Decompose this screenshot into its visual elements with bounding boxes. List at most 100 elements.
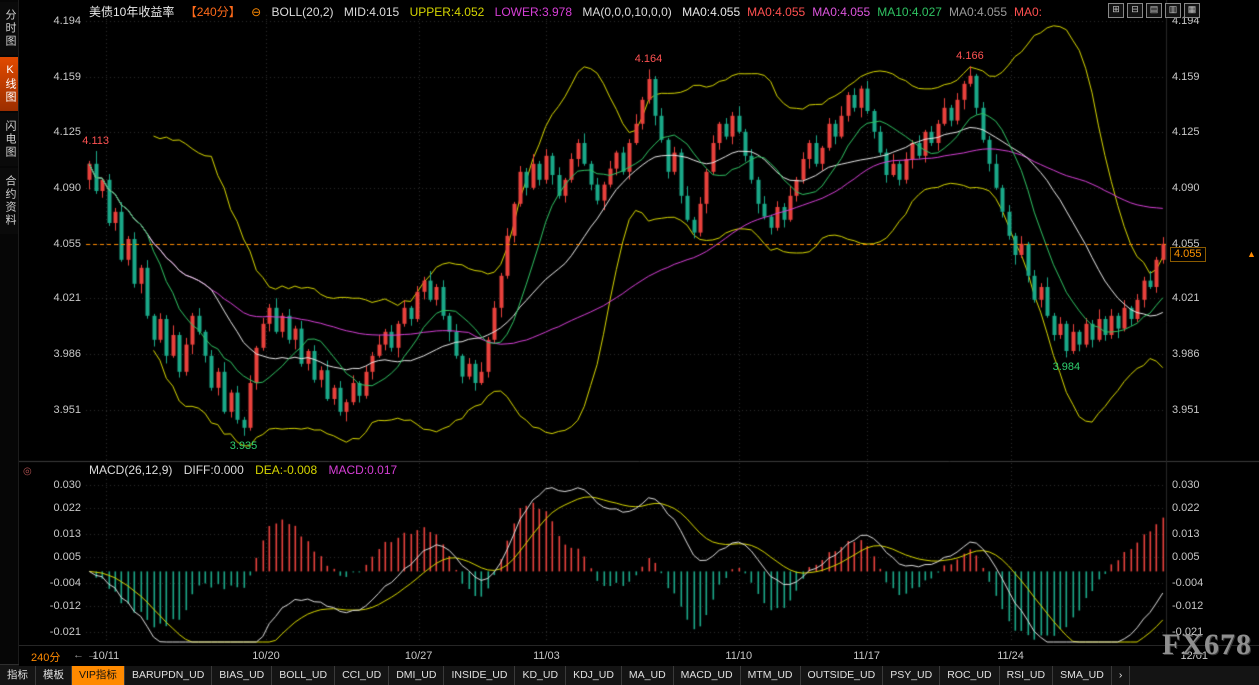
latest-price-arrow-icon[interactable]: ▲	[1247, 249, 1256, 259]
macd-macd-value: MACD:0.017	[328, 463, 397, 477]
toolbar-tab-KDJ_UD[interactable]: KDJ_UD	[566, 665, 622, 685]
pan-left-button[interactable]: ←	[73, 649, 84, 661]
collapse-indicator-icon[interactable]: ⊖	[251, 5, 261, 19]
price-axis-label-left: 3.951	[19, 404, 81, 416]
price-annotation-3.984: 3.984	[1053, 361, 1081, 373]
macd-axis-label-right: 0.005	[1172, 551, 1200, 563]
sidebar-tab-分时图[interactable]: 分时图	[0, 2, 18, 55]
date-label-11/10: 11/10	[725, 650, 752, 662]
layout-control-button-3[interactable]: ▤	[1146, 3, 1162, 18]
toolbar-more-button[interactable]: ›	[1112, 665, 1131, 685]
price-axis-label-right: 3.951	[1172, 404, 1200, 416]
toolbar-tab-MTM_UD[interactable]: MTM_UD	[741, 665, 801, 685]
macd-axis-label-left: -0.012	[19, 600, 81, 612]
macd-axis-label-right: 0.022	[1172, 502, 1200, 514]
toolbar-tab-OUTSIDE_UD[interactable]: OUTSIDE_UD	[801, 665, 884, 685]
time-axis: 240分 ← → 10/1110/2010/2711/0311/1011/171…	[19, 645, 1259, 666]
date-label-11/17: 11/17	[853, 650, 880, 662]
left-sidebar: 分时图 K线图闪电图合约资料	[0, 0, 19, 664]
macd-axis-label-left: -0.021	[19, 626, 81, 638]
macd-dea-value: DEA:-0.008	[255, 463, 317, 477]
toolbar-tab-BOLL_UD[interactable]: BOLL_UD	[272, 665, 335, 685]
macd-header: MACD(26,12,9) DIFF:0.000 DEA:-0.008 MACD…	[89, 463, 405, 477]
ma-group-label: MA(0,0,0,10,0,0)	[582, 5, 671, 19]
chart-panel: 美债10年收益率 【240分】 ⊖ BOLL(20,2) MID:4.015 U…	[19, 0, 1259, 664]
ma-value: MA10:4.027	[877, 5, 942, 19]
layout-control-button-1[interactable]: ⊞	[1108, 3, 1124, 18]
price-axis-label-left: 4.125	[19, 126, 81, 138]
toolbar-tab-CCI_UD[interactable]: CCI_UD	[335, 665, 389, 685]
price-axis-label-right: 4.125	[1172, 126, 1200, 138]
layout-control-button-5[interactable]: ▦	[1184, 3, 1200, 18]
chart-region: 分时图 K线图闪电图合约资料 美债10年收益率 【240分】 ⊖ BOLL(20,…	[0, 0, 1259, 664]
price-axis-label-right: 4.090	[1172, 182, 1200, 194]
price-axis-label-left: 4.021	[19, 292, 81, 304]
macd-axis-label-right: 0.013	[1172, 528, 1200, 540]
date-label-10/27: 10/27	[405, 650, 433, 662]
toolbar-tab-VIP指标[interactable]: VIP指标	[72, 665, 125, 685]
toolbar-tab-PSY_UD[interactable]: PSY_UD	[883, 665, 940, 685]
toolbar-tab-BARUPDN_UD[interactable]: BARUPDN_UD	[125, 665, 212, 685]
date-label-10/20: 10/20	[252, 650, 280, 662]
price-annotation-4.113: 4.113	[82, 135, 109, 147]
trading-app: 分时图 K线图闪电图合约资料 美债10年收益率 【240分】 ⊖ BOLL(20,…	[0, 0, 1259, 685]
date-label-11/03: 11/03	[533, 650, 560, 662]
toolbar-tab-指标[interactable]: 指标	[0, 665, 36, 685]
toolbar-tab-RSI_UD[interactable]: RSI_UD	[1000, 665, 1054, 685]
price-axis-label-left: 4.159	[19, 71, 81, 83]
symbol-title: 美债10年收益率	[89, 5, 174, 19]
macd-panel-toggle-icon[interactable]: ◎	[23, 466, 32, 477]
macd-axis-label-right: -0.012	[1172, 600, 1203, 612]
price-annotation-4.164: 4.164	[635, 53, 663, 65]
macd-axis-label-left: 0.022	[19, 502, 81, 514]
period-indicator: 240分	[31, 649, 60, 665]
toolbar-tab-MACD_UD[interactable]: MACD_UD	[674, 665, 741, 685]
sidebar-tab-闪电图[interactable]: 闪电图	[0, 113, 18, 166]
macd-title: MACD(26,12,9)	[89, 463, 172, 477]
layout-control-button-4[interactable]: ▥	[1165, 3, 1181, 18]
price-annotation-4.166: 4.166	[956, 50, 984, 62]
price-axis-label-left: 4.194	[19, 15, 81, 27]
toolbar-tab-BIAS_UD[interactable]: BIAS_UD	[212, 665, 272, 685]
layout-control-button-2[interactable]: ⊟	[1127, 3, 1143, 18]
price-axis-label-right: 4.021	[1172, 292, 1200, 304]
ma-value: MA0:4.055	[747, 5, 805, 19]
bottom-toolbar: 指标模板VIP指标BARUPDN_UDBIAS_UDBOLL_UDCCI_UDD…	[0, 664, 1259, 685]
boll-mid-value: MID:4.015	[344, 5, 399, 19]
macd-diff-value: DIFF:0.000	[184, 463, 244, 477]
price-chart-canvas[interactable]	[19, 0, 1259, 645]
toolbar-tab-模板[interactable]: 模板	[36, 665, 72, 685]
ma-value: MA0:4.055	[682, 5, 740, 19]
boll-upper-value: UPPER:4.052	[410, 5, 485, 19]
price-axis-label-left: 4.090	[19, 182, 81, 194]
ma-value: MA0:4.055	[949, 5, 1007, 19]
date-label-10/11: 10/11	[93, 650, 120, 662]
price-annotation-3.935: 3.935	[230, 440, 258, 452]
current-price-tag: 4.055	[1170, 247, 1206, 262]
sidebar-tab-K线图[interactable]: K线图	[0, 57, 18, 111]
price-axis-label-right: 3.986	[1172, 348, 1200, 360]
macd-axis-label-left: 0.005	[19, 551, 81, 563]
indicator-header: 美债10年收益率 【240分】 ⊖ BOLL(20,2) MID:4.015 U…	[89, 3, 1056, 20]
boll-label: BOLL(20,2)	[271, 5, 333, 19]
watermark: FX678	[1162, 628, 1252, 662]
toolbar-tab-INSIDE_UD[interactable]: INSIDE_UD	[444, 665, 515, 685]
ma-value: MA0:	[1014, 5, 1042, 19]
price-axis-label-left: 3.986	[19, 348, 81, 360]
toolbar-tab-ROC_UD[interactable]: ROC_UD	[940, 665, 999, 685]
toolbar-tab-MA_UD[interactable]: MA_UD	[622, 665, 674, 685]
ma-values: MA0:4.055 MA0:4.055 MA0:4.055 MA10:4.027 MA0…	[682, 5, 1049, 19]
toolbar-tab-SMA_UD[interactable]: SMA_UD	[1053, 665, 1112, 685]
sidebar-tab-合约资料[interactable]: 合约资料	[0, 168, 18, 234]
macd-axis-label-left: 0.030	[19, 479, 81, 491]
toolbar-tab-KD_UD[interactable]: KD_UD	[515, 665, 566, 685]
window-controls: ⊞⊟▤▥▦	[1108, 3, 1200, 18]
macd-axis-label-right: -0.004	[1172, 577, 1203, 589]
ma-value: MA0:4.055	[812, 5, 870, 19]
toolbar-tab-DMI_UD[interactable]: DMI_UD	[389, 665, 444, 685]
macd-axis-label-left: -0.004	[19, 577, 81, 589]
date-label-11/24: 11/24	[997, 650, 1024, 662]
period-label: 【240分】	[185, 5, 241, 19]
macd-axis-label-left: 0.013	[19, 528, 81, 540]
boll-lower-value: LOWER:3.978	[495, 5, 572, 19]
